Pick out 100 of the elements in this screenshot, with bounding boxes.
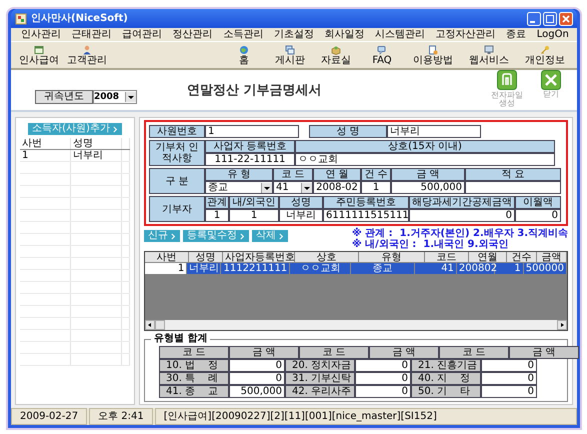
table-cell: 31. 기부신탁 <box>285 372 355 385</box>
name-field[interactable]: 너부리 <box>387 125 481 138</box>
box-icon <box>331 45 341 55</box>
grid-row[interactable]: 1 너부리 1112211111 ㅇㅇ교회 종교 41 200802 1 500000 <box>145 263 567 274</box>
toolbar-button[interactable]: 고객관리 <box>63 45 111 67</box>
year-select[interactable]: 2008 <box>93 90 137 104</box>
input-field[interactable]: 1 <box>205 209 229 222</box>
input-field[interactable]: 500,000 <box>391 181 465 194</box>
group-title: 유형별 합계 <box>151 333 210 345</box>
globe-icon <box>239 45 249 55</box>
menu-item[interactable]: 고정자산관리 <box>436 28 496 40</box>
menu-item[interactable]: 근태관리 <box>72 28 112 40</box>
toolbar-button[interactable]: 인사급여 <box>15 45 63 67</box>
input-field[interactable]: 1 <box>229 209 279 222</box>
table-cell: 0 <box>355 372 411 385</box>
section-label: 구 분 <box>149 168 205 194</box>
column-header: 주민등록번호 <box>323 196 409 209</box>
column-header: 코 드 <box>439 346 509 359</box>
column-header: 적 요 <box>465 168 561 181</box>
toolbar-button[interactable]: 웹서비스 <box>465 45 513 67</box>
menu-item[interactable]: 시스템관리 <box>375 28 426 40</box>
scrollbar[interactable] <box>145 320 567 330</box>
dropdown-icon <box>125 92 136 102</box>
menu-item[interactable]: 소득관리 <box>223 28 264 40</box>
toolbar-button[interactable]: 이용방법 <box>409 45 457 67</box>
employee-row[interactable]: 1 너부리 <box>20 150 130 162</box>
table-cell: 0 <box>481 372 537 385</box>
table-cell: 0 <box>481 359 537 372</box>
toolbar-button[interactable]: 자료실 <box>317 45 355 67</box>
select-field[interactable]: 종교 <box>205 181 273 194</box>
input-field[interactable]: 1 <box>361 181 391 194</box>
status-text: 2009-02-27 <box>11 408 88 425</box>
menu-item[interactable]: 기초설정 <box>274 28 314 40</box>
status-text: [인사급여][20090227][2][11][001][nice_master][SI152] <box>154 408 577 425</box>
chevron-icon <box>279 232 284 240</box>
business-name-field[interactable]: ㅇㅇ교회 <box>295 153 555 166</box>
column-header: 코 드 <box>299 346 369 359</box>
table-cell: 10. 법 정 <box>159 359 229 372</box>
column-header: 이월액 <box>515 196 561 209</box>
column-header: 성명 <box>71 138 122 149</box>
field-label: 성 명 <box>309 125 387 138</box>
menu-item[interactable]: 인사관리 <box>21 28 61 40</box>
input-field[interactable]: 0 <box>409 209 515 222</box>
table-cell: 42. 우리사주 <box>285 385 355 398</box>
registration-number-field[interactable]: 111-22-11111 <box>205 153 295 166</box>
column-header: 상호(15자 이내) <box>295 140 555 153</box>
column-header: 금 액 <box>369 346 439 359</box>
menu-item[interactable]: LogOn <box>536 28 569 40</box>
toolbar-button[interactable]: FAQ <box>363 45 401 67</box>
table-cell: 0 <box>229 372 285 385</box>
column-header: 내/외국인 <box>229 196 279 209</box>
table-cell: 500,000 <box>229 385 285 398</box>
table-cell: 41. 종 교 <box>159 385 229 398</box>
key-icon <box>540 45 550 55</box>
column-header: 성명 <box>279 196 323 209</box>
select-field[interactable]: 41 <box>273 181 313 194</box>
input-field[interactable]: 0 <box>515 209 561 222</box>
minimize-icon[interactable] <box>527 12 541 26</box>
column-header: 금 액 <box>509 346 579 359</box>
table-cell: 500000 <box>524 263 567 274</box>
menu-item[interactable]: 급여관리 <box>122 28 162 40</box>
close-icon[interactable] <box>559 12 573 26</box>
table-cell: 21. 진흥기금 <box>411 359 481 372</box>
employee-number-field[interactable]: 1 <box>205 125 299 138</box>
legend-note: ※ 관계 : 1.거주자(본인) 2.배우자 3.직계비속 <box>352 228 568 239</box>
column-header: 사번 <box>20 138 71 149</box>
input-field[interactable]: 6111111515111 <box>323 209 409 222</box>
column-header: 사업자 등록번호 <box>205 140 295 153</box>
dropdown-icon <box>261 182 272 192</box>
toolbar-button[interactable]: 홈 <box>225 45 263 67</box>
toolbar-button[interactable]: 게시판 <box>271 45 309 67</box>
window-title: 인사만사(NiceSoft) <box>31 12 128 24</box>
document-icon <box>428 45 438 55</box>
monitor-icon <box>484 45 494 55</box>
column-header: 유 형 <box>205 168 273 181</box>
input-field[interactable]: 너부리 <box>279 209 323 222</box>
table-cell: 40. 지 정 <box>411 372 481 385</box>
table-cell: 30. 특 례 <box>159 372 229 385</box>
calendar-icon <box>34 45 44 55</box>
table-cell: 50. 기 타 <box>411 385 481 398</box>
table-cell: ㅇㅇ교회 <box>290 263 352 274</box>
table-cell: 종교 <box>351 263 415 274</box>
table-cell: 0 <box>481 385 537 398</box>
menu-item[interactable]: 회사일정 <box>324 28 364 40</box>
page-title: 연말정산 기부금명세서 <box>187 82 322 99</box>
table-cell: 1 <box>145 263 188 274</box>
table-cell: 너부리 <box>187 263 222 274</box>
menu-item[interactable]: 정산관리 <box>172 28 213 40</box>
input-field[interactable] <box>465 181 561 194</box>
column-header: 코 드 <box>159 346 229 359</box>
column-header: 해당과세기간공제금액 <box>409 196 515 209</box>
column-header: 금 액 <box>229 346 299 359</box>
menu-item[interactable]: 종료 <box>506 28 526 40</box>
scroll-thumb[interactable] <box>155 320 165 330</box>
toolbar-button[interactable]: 개인정보 <box>521 45 569 67</box>
legend-note: ※ 내/외국인 : 1.내국인 9.외국인 <box>352 239 510 250</box>
maximize-icon[interactable] <box>543 12 557 26</box>
table-cell: 41 <box>414 263 457 274</box>
input-field[interactable]: 2008-02 <box>313 181 361 194</box>
app-icon <box>15 12 27 24</box>
